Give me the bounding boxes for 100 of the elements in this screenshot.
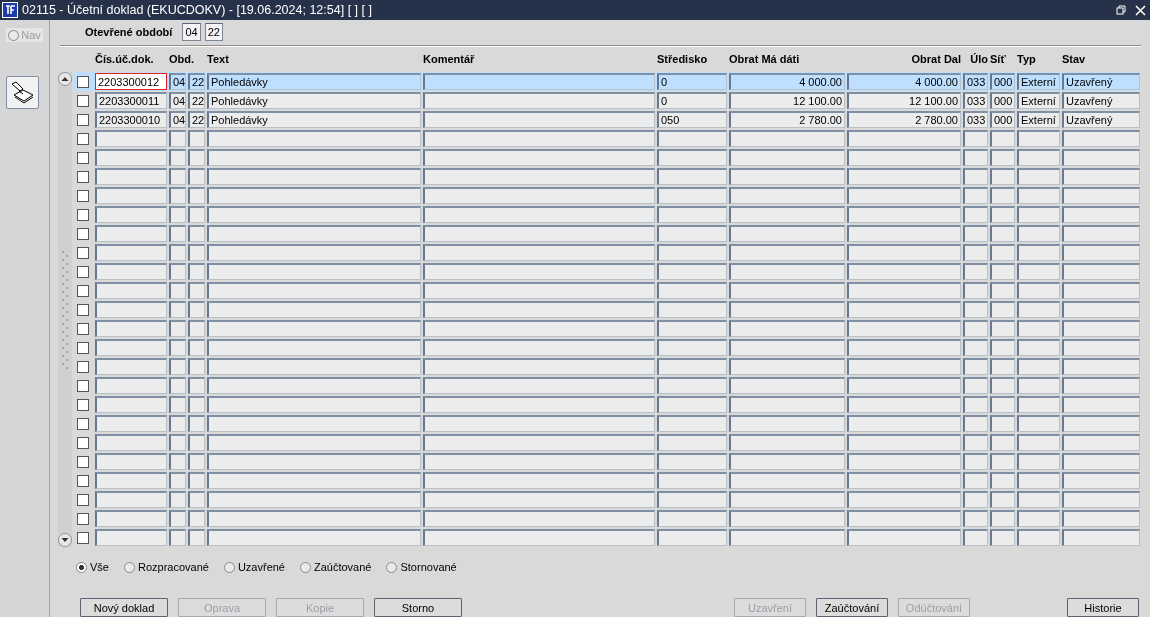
- table-cell[interactable]: [1017, 415, 1060, 432]
- table-cell[interactable]: [1062, 130, 1140, 147]
- table-cell[interactable]: [657, 529, 727, 546]
- table-cell[interactable]: [963, 244, 988, 261]
- restore-icon[interactable]: [1116, 4, 1127, 16]
- table-cell[interactable]: [188, 206, 205, 223]
- row-checkbox[interactable]: [77, 189, 89, 202]
- filter-radio[interactable]: Vše: [76, 561, 109, 573]
- table-cell[interactable]: [1062, 244, 1140, 261]
- table-cell[interactable]: 4 000.00: [729, 73, 845, 90]
- table-cell[interactable]: [188, 168, 205, 185]
- table-cell[interactable]: [423, 168, 655, 185]
- table-cell[interactable]: [95, 301, 167, 318]
- table-cell[interactable]: [169, 491, 186, 508]
- table-cell[interactable]: [1062, 453, 1140, 470]
- table-cell[interactable]: [423, 529, 655, 546]
- table-cell[interactable]: [657, 396, 727, 413]
- table-cell[interactable]: [847, 263, 961, 280]
- table-cell[interactable]: [847, 339, 961, 356]
- table-cell[interactable]: [990, 320, 1015, 337]
- table-cell[interactable]: [990, 339, 1015, 356]
- table-cell[interactable]: [1062, 491, 1140, 508]
- row-checkbox[interactable]: [77, 265, 89, 278]
- table-cell[interactable]: [963, 434, 988, 451]
- table-cell[interactable]: [169, 187, 186, 204]
- row-checkbox[interactable]: [77, 75, 89, 88]
- table-cell[interactable]: [1017, 320, 1060, 337]
- table-cell[interactable]: [657, 453, 727, 470]
- table-cell[interactable]: [990, 187, 1015, 204]
- table-cell[interactable]: [963, 130, 988, 147]
- action-button[interactable]: Historie: [1067, 598, 1139, 617]
- table-cell[interactable]: [1017, 339, 1060, 356]
- table-cell[interactable]: [847, 491, 961, 508]
- table-cell[interactable]: [963, 396, 988, 413]
- table-cell[interactable]: [207, 377, 421, 394]
- table-cell[interactable]: 12 100.00: [729, 92, 845, 109]
- table-cell[interactable]: [188, 434, 205, 451]
- table-cell[interactable]: [963, 187, 988, 204]
- table-cell[interactable]: [1017, 377, 1060, 394]
- table-cell[interactable]: 4 000.00: [847, 73, 961, 90]
- table-cell[interactable]: 2203300010: [95, 111, 167, 128]
- table-cell[interactable]: [169, 225, 186, 242]
- table-cell[interactable]: [847, 358, 961, 375]
- table-cell[interactable]: [169, 282, 186, 299]
- table-cell[interactable]: [169, 168, 186, 185]
- table-cell[interactable]: [990, 282, 1015, 299]
- table-cell[interactable]: [423, 111, 655, 128]
- table-cell[interactable]: [847, 396, 961, 413]
- table-cell[interactable]: [95, 244, 167, 261]
- table-cell[interactable]: [963, 263, 988, 280]
- table-cell[interactable]: [207, 149, 421, 166]
- table-cell[interactable]: [847, 168, 961, 185]
- row-checkbox[interactable]: [77, 208, 89, 221]
- row-checkbox[interactable]: [77, 512, 89, 525]
- table-cell[interactable]: 12 100.00: [847, 92, 961, 109]
- table-cell[interactable]: [1062, 434, 1140, 451]
- table-cell[interactable]: [657, 225, 727, 242]
- table-cell[interactable]: [423, 339, 655, 356]
- table-cell[interactable]: 04: [169, 73, 186, 90]
- table-cell[interactable]: [990, 358, 1015, 375]
- table-cell[interactable]: [657, 244, 727, 261]
- table-cell[interactable]: [847, 225, 961, 242]
- table-cell[interactable]: [729, 339, 845, 356]
- table-cell[interactable]: [1062, 377, 1140, 394]
- table-cell[interactable]: [95, 149, 167, 166]
- table-cell[interactable]: [423, 187, 655, 204]
- table-cell[interactable]: [95, 339, 167, 356]
- table-cell[interactable]: [207, 453, 421, 470]
- table-cell[interactable]: [990, 301, 1015, 318]
- table-cell[interactable]: [169, 472, 186, 489]
- table-cell[interactable]: 22: [188, 92, 205, 109]
- table-cell[interactable]: [990, 130, 1015, 147]
- table-cell[interactable]: 000: [990, 111, 1015, 128]
- table-cell[interactable]: [207, 168, 421, 185]
- table-cell[interactable]: [963, 282, 988, 299]
- table-cell[interactable]: [188, 130, 205, 147]
- row-checkbox[interactable]: [77, 398, 89, 411]
- table-cell[interactable]: [95, 377, 167, 394]
- table-cell[interactable]: 033: [963, 73, 988, 90]
- table-cell[interactable]: [729, 377, 845, 394]
- table-cell[interactable]: [963, 377, 988, 394]
- table-cell[interactable]: [990, 263, 1015, 280]
- table-cell[interactable]: 000: [990, 73, 1015, 90]
- table-cell[interactable]: [1062, 168, 1140, 185]
- table-cell[interactable]: 2203300012: [95, 73, 167, 90]
- table-cell[interactable]: [1017, 244, 1060, 261]
- row-checkbox[interactable]: [77, 341, 89, 354]
- table-cell[interactable]: [188, 263, 205, 280]
- table-cell[interactable]: [990, 453, 1015, 470]
- filter-radio[interactable]: Zaúčtované: [300, 561, 372, 573]
- table-cell[interactable]: [1062, 263, 1140, 280]
- table-cell[interactable]: [729, 168, 845, 185]
- table-cell[interactable]: [423, 358, 655, 375]
- filter-radio[interactable]: Stornované: [386, 561, 457, 573]
- table-cell[interactable]: [990, 434, 1015, 451]
- table-cell[interactable]: 2203300011: [95, 92, 167, 109]
- table-cell[interactable]: [729, 453, 845, 470]
- table-cell[interactable]: 22: [188, 111, 205, 128]
- table-cell[interactable]: [188, 339, 205, 356]
- row-checkbox[interactable]: [77, 284, 89, 297]
